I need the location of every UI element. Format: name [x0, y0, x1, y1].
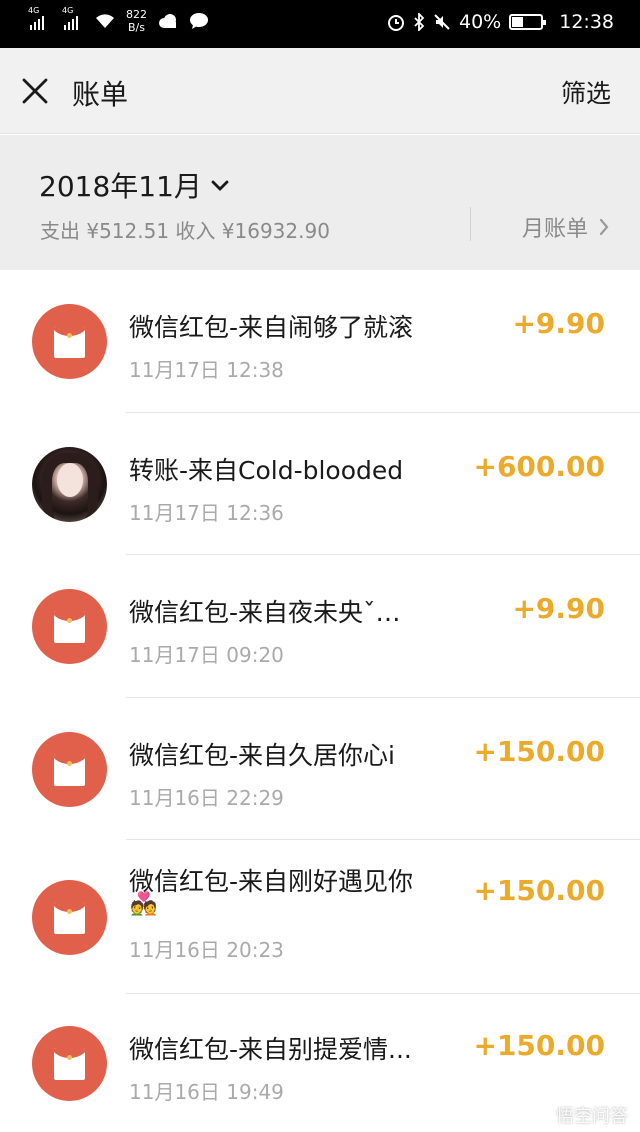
transaction-date: 11月17日 09:20 — [129, 643, 284, 667]
transaction-row[interactable]: 微信红包-来自夜未央ˇ… 11月17日 09:20 +9.90 — [0, 555, 640, 698]
battery-percent: 40% — [459, 11, 502, 33]
chat-icon — [190, 13, 208, 29]
transaction-amount: +150.00 — [473, 874, 605, 907]
month-summary: 2018年11月 支出 ¥512.51 收入 ¥16932.90 月账单 — [0, 135, 640, 270]
transaction-name: 微信红包-来自刚好遇见你 — [129, 867, 414, 896]
transaction-date: 11月16日 22:29 — [129, 785, 284, 810]
month-label: 2018年11月 — [39, 170, 202, 203]
watermark-logo-icon — [530, 1104, 552, 1126]
transaction-row[interactable]: 微信红包-来自刚好遇见你 💑 11月16日 20:23 +150.00 — [0, 840, 640, 994]
page-title: 账单 — [72, 78, 129, 111]
transaction-row[interactable]: 微信红包-来自闹够了就滚 11月17日 12:38 +9.90 — [0, 270, 640, 413]
red-packet-icon — [32, 1026, 107, 1101]
month-selector[interactable]: 2018年11月 — [39, 165, 230, 205]
totals-text: 支出 ¥512.51 收入 ¥16932.90 — [40, 219, 330, 243]
wifi-icon — [96, 14, 114, 28]
red-packet-icon — [32, 589, 107, 664]
transaction-amount: +600.00 — [473, 449, 605, 483]
clock: 12:38 — [559, 11, 614, 33]
transaction-name: 微信红包-来自闹够了就滚 — [129, 313, 414, 342]
transaction-amount: +9.90 — [512, 592, 605, 625]
transaction-amount: +9.90 — [512, 307, 605, 340]
transaction-name: 微信红包-来自别提爱情... — [129, 1035, 412, 1064]
transaction-list: 微信红包-来自闹够了就滚 11月17日 12:38 +9.90 转账-来自Col… — [0, 270, 640, 1132]
nav-bar: 账单 筛选 — [0, 48, 640, 134]
cloud-icon — [159, 14, 176, 28]
transaction-date: 11月17日 12:38 — [129, 358, 284, 382]
chevron-down-icon — [211, 180, 229, 191]
transaction-name: 转账-来自Cold-blooded — [129, 455, 404, 485]
status-bar: 4G 4G 822 B/s 40% 12:38 — [0, 0, 640, 48]
network-speed: 822 B/s — [126, 8, 147, 34]
transaction-amount: +150.00 — [473, 1029, 605, 1062]
red-packet-icon — [32, 880, 107, 955]
transaction-date: 11月16日 20:23 — [129, 938, 284, 962]
transaction-date: 11月16日 19:49 — [129, 1080, 284, 1104]
filter-button[interactable]: 筛选 — [561, 74, 611, 110]
mute-icon — [434, 14, 450, 30]
transaction-row[interactable]: 转账-来自Cold-blooded 11月17日 12:36 +600.00 — [0, 413, 640, 555]
alarm-icon — [388, 15, 404, 31]
transaction-name: 微信红包-来自久居你心i — [129, 740, 395, 770]
transaction-amount: +150.00 — [473, 734, 605, 768]
couple-emoji: 💑 — [130, 892, 158, 917]
monthly-bill-link[interactable]: 月账单 — [522, 211, 610, 243]
battery-icon — [509, 14, 547, 30]
red-packet-icon — [32, 304, 107, 379]
avatar — [32, 446, 107, 522]
monthly-bill-label: 月账单 — [521, 217, 588, 242]
transaction-row[interactable]: 微信红包-来自久居你心i 11月16日 22:29 +150.00 — [0, 698, 640, 840]
watermark: 悟空问答 — [530, 1102, 628, 1128]
transaction-date: 11月17日 12:36 — [129, 500, 284, 525]
chevron-right-icon — [599, 218, 609, 236]
watermark-text: 悟空问答 — [556, 1106, 628, 1127]
divider — [470, 207, 471, 241]
signal-icon: 4G — [28, 6, 44, 30]
red-packet-icon — [32, 731, 107, 807]
signal-icon-2: 4G — [62, 6, 78, 30]
close-icon[interactable] — [20, 76, 50, 106]
transaction-name: 微信红包-来自夜未央ˇ… — [129, 598, 401, 627]
bluetooth-icon — [414, 13, 425, 31]
